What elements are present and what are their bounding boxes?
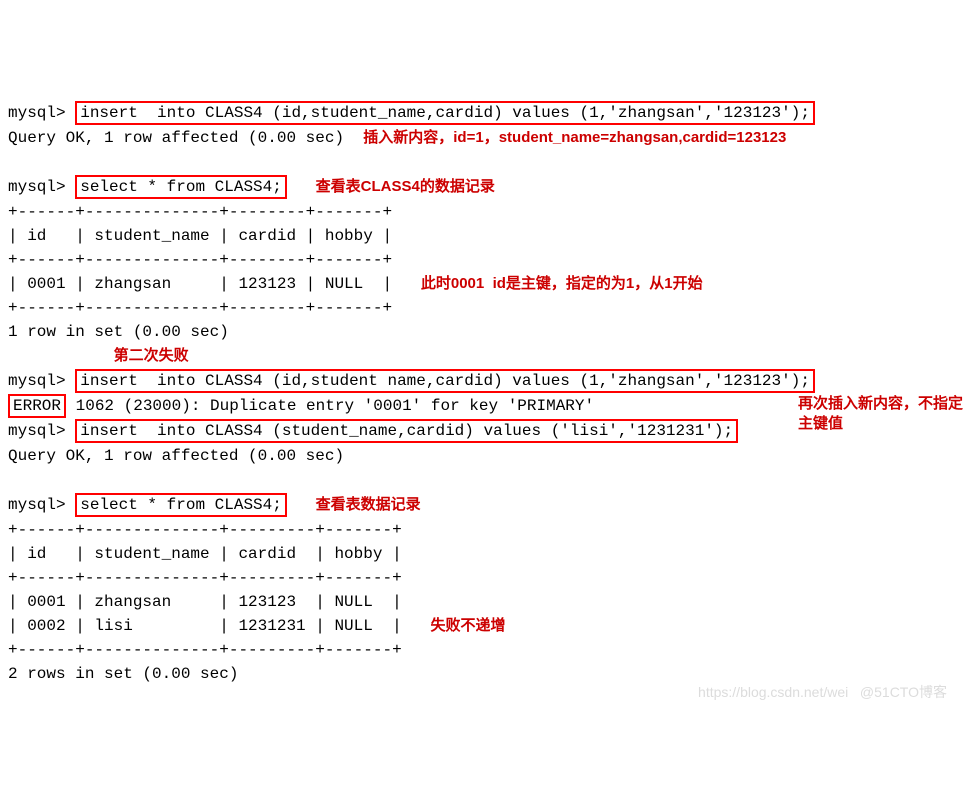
insert-cmd-1: insert into CLASS4 (id,student_name,card… [75,101,815,125]
annotation-select-1: 查看表CLASS4的数据记录 [316,177,495,197]
query-ok-2: Query OK, 1 row affected (0.00 sec) [8,447,344,465]
table1-border: +------+--------------+--------+-------+ [8,203,392,221]
prompt: mysql> [8,372,66,390]
select-cmd-2: select * from CLASS4; [75,493,287,517]
select-cmd-1: select * from CLASS4; [75,175,287,199]
annotation-insert-3: 再次插入新内容，不指定主键值 [798,394,967,434]
error-text: 1062 (23000): Duplicate entry '0001' for… [66,397,594,415]
annotation-row1: 此时0001 id是主键，指定的为1，从1开始 [421,274,703,294]
watermark: https://blog.csdn.net/wei @51CTO博客 [698,680,947,704]
table1-border: +------+--------------+--------+-------+ [8,251,392,269]
error-label: ERROR [8,394,66,418]
prompt: mysql> [8,496,66,514]
rowcount-2: 2 rows in set (0.00 sec) [8,665,238,683]
query-ok-1: Query OK, 1 row affected (0.00 sec) [8,129,344,147]
insert-cmd-3: insert into CLASS4 (student_name,cardid)… [75,419,738,443]
table2-row1: | 0001 | zhangsan | 123123 | NULL | [8,593,402,611]
annotation-second-fail: 第二次失败 [114,346,189,366]
table2-border: +------+--------------+---------+-------… [8,521,402,539]
table2-border: +------+--------------+---------+-------… [8,641,402,659]
prompt: mysql> [8,178,66,196]
annotation-select-2: 查看表数据记录 [316,495,421,515]
annotation-insert-1: 插入新内容，id=1，student_name=zhangsan,cardid=… [363,128,786,148]
table1-border: +------+--------------+--------+-------+ [8,299,392,317]
table2-border: +------+--------------+---------+-------… [8,569,402,587]
insert-cmd-2: insert into CLASS4 (id,student name,card… [75,369,815,393]
terminal-screenshot: mysql> insert into CLASS4 (id,student_na… [8,76,959,710]
table1-row1: | 0001 | zhangsan | 123123 | NULL | [8,275,392,293]
annotation-row2: 失败不递增 [430,616,505,636]
prompt: mysql> [8,104,66,122]
table2-headers: | id | student_name | cardid | hobby | [8,545,402,563]
table1-headers: | id | student_name | cardid | hobby | [8,227,392,245]
rowcount-1: 1 row in set (0.00 sec) [8,323,229,341]
prompt: mysql> [8,422,66,440]
table2-row2: | 0002 | lisi | 1231231 | NULL | [8,617,402,635]
